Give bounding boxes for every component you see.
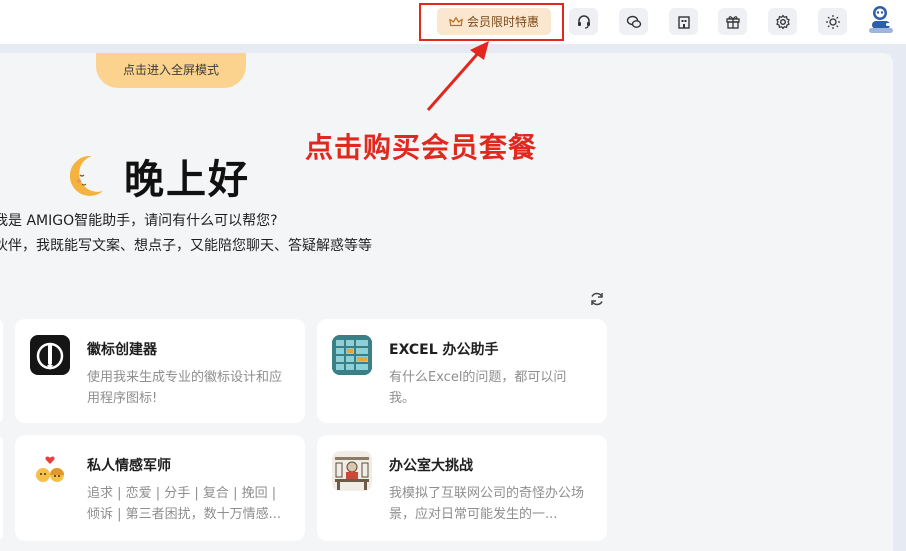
annotation-text: 点击购买会员套餐 (305, 131, 538, 164)
wechat-button[interactable] (619, 8, 648, 35)
card-title: EXCEL 办公助手 (389, 342, 499, 358)
theme-toggle-button[interactable] (818, 8, 847, 35)
card-title: 徽标创建器 (87, 342, 157, 358)
agent-card-excel-assistant[interactable]: EXCEL 办公助手 有什么Excel的问题，都可以问我。 (317, 319, 607, 423)
enterprise-button[interactable] (669, 8, 698, 35)
spreadsheet-icon (332, 335, 372, 375)
office-sketch-icon (332, 451, 372, 491)
top-bar: 会员限时特惠 (0, 0, 906, 44)
card-title: 办公室大挑战 (389, 458, 473, 474)
agent-card-relationship-advisor[interactable]: 私人情感军师 追求 | 恋爱 | 分手 | 复合 | 挽回 | 倾诉 | 第三者… (15, 435, 305, 541)
intro-line-2: 伙伴，我既能写文案、想点子，又能陪您聊天、答疑解惑等等 (0, 238, 372, 254)
card-title: 私人情感军师 (87, 458, 171, 474)
crown-icon (449, 15, 463, 29)
customer-service-button[interactable] (569, 8, 598, 35)
agent-card-office-challenge[interactable]: 办公室大挑战 我模拟了互联网公司的奇怪办公场景，应对日常可能发生的一... (317, 435, 607, 541)
robot-avatar-icon (869, 6, 893, 33)
gear-icon (775, 14, 790, 29)
user-avatar[interactable] (866, 4, 896, 36)
card-description: 我模拟了互联网公司的奇怪办公场景，应对日常可能发生的一... (389, 486, 585, 522)
settings-button[interactable] (768, 8, 797, 35)
couple-heart-icon (30, 451, 70, 491)
greeting-title: 晚上好 (124, 157, 250, 203)
logo-brush-icon (30, 335, 70, 375)
fullscreen-toggle[interactable]: 点击进入全屏模式 (96, 53, 246, 88)
card-description: 使用我来生成专业的徽标设计和应用程序图标! (87, 370, 283, 406)
agent-card-logo-creator[interactable]: 徽标创建器 使用我来生成专业的徽标设计和应用程序图标! (15, 319, 305, 423)
greeting-block: 晚上好 (70, 147, 250, 205)
sun-icon (825, 14, 840, 29)
refresh-icon[interactable] (589, 291, 605, 307)
crescent-moon-icon (70, 155, 103, 196)
gift-icon (725, 15, 740, 29)
building-icon (677, 15, 690, 29)
vip-offer-label: 会员限时特惠 (466, 15, 539, 29)
partial-card (0, 435, 3, 541)
card-description: 追求 | 恋爱 | 分手 | 复合 | 挽回 | 倾诉 | 第三者困扰，数十万情… (87, 486, 282, 522)
card-description: 有什么Excel的问题，都可以问我。 (389, 370, 567, 406)
partial-card (0, 319, 3, 423)
wechat-icon (626, 15, 641, 28)
intro-line-1: 我是 AMIGO智能助手，请问有什么可以帮您? (0, 213, 278, 229)
headset-icon (577, 14, 590, 29)
gift-button[interactable] (718, 8, 747, 35)
vip-offer-button[interactable]: 会员限时特惠 (437, 8, 551, 35)
